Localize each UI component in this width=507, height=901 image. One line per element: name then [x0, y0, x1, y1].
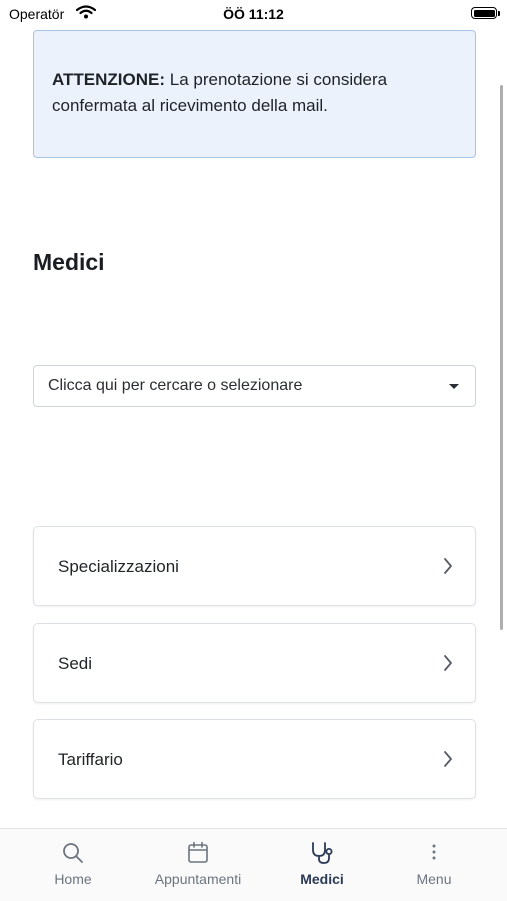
- battery-cap: [498, 11, 500, 16]
- tab-label: Menu: [416, 871, 452, 887]
- menu-item-label: Tariffario: [58, 750, 123, 769]
- caret-down-icon: [449, 384, 459, 389]
- menu-item-label: Sedi: [58, 654, 93, 673]
- tab-bar: Home Appuntamenti Medici Menu: [0, 828, 507, 901]
- menu-item-sedi[interactable]: Sedi: [33, 623, 476, 703]
- tab-home[interactable]: Home: [13, 829, 133, 901]
- menu-item-label: Specializzazioni: [58, 557, 179, 576]
- attention-alert: ATTENZIONE: La prenotazione si considera…: [33, 30, 476, 158]
- search-placeholder: Clicca qui per cercare o selezionare: [48, 377, 303, 394]
- status-bar: Operatör ÖÖ 11:12: [0, 0, 507, 28]
- tab-menu[interactable]: Menu: [374, 829, 494, 901]
- page-title: Medici: [33, 249, 105, 275]
- battery-icon: [471, 7, 497, 19]
- tab-label: Medici: [300, 871, 344, 887]
- scrollbar[interactable]: [500, 85, 503, 630]
- doctor-search-select[interactable]: Clicca qui per cercare o selezionare: [33, 365, 476, 407]
- tab-appuntamenti[interactable]: Appuntamenti: [138, 829, 258, 901]
- tab-medici[interactable]: Medici: [262, 829, 382, 901]
- alert-title: ATTENZIONE:: [52, 70, 166, 89]
- chevron-right-icon: [443, 750, 453, 773]
- chevron-right-icon: [443, 654, 453, 677]
- chevron-right-icon: [443, 557, 453, 580]
- tab-label: Home: [54, 871, 92, 887]
- menu-item-tariffario[interactable]: Tariffario: [33, 719, 476, 799]
- status-time: ÖÖ 11:12: [223, 6, 284, 22]
- tab-label: Appuntamenti: [154, 871, 242, 887]
- menu-item-specializzazioni[interactable]: Specializzazioni: [33, 526, 476, 606]
